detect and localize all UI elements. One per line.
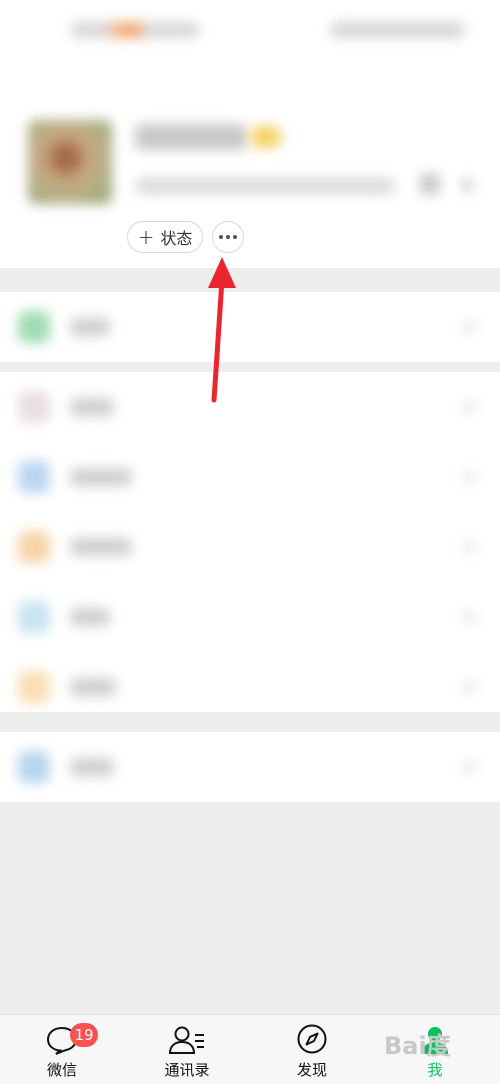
tab-discover[interactable]: 发现 <box>262 1021 362 1083</box>
bottom-tab-bar: 19 微信 通讯录 发现 我 <box>0 1014 500 1084</box>
unread-badge: 19 <box>70 1023 98 1047</box>
tab-me-label: 我 <box>427 1061 443 1079</box>
contacts-icon <box>168 1026 204 1054</box>
tab-chats-label: 微信 <box>46 1061 77 1079</box>
annotation-arrow <box>208 257 236 403</box>
tab-me[interactable]: 我 <box>385 1021 485 1083</box>
tab-contacts-label: 通讯录 <box>164 1061 210 1079</box>
tab-discover-label: 发现 <box>296 1061 327 1079</box>
compass-icon <box>297 1024 327 1054</box>
tab-contacts[interactable]: 通讯录 <box>137 1021 237 1083</box>
person-icon <box>422 1027 448 1054</box>
tab-chats[interactable]: 19 微信 <box>12 1021 112 1083</box>
